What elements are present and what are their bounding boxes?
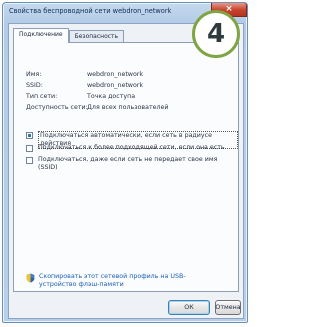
shield-icon xyxy=(26,273,35,283)
window-title: Свойства беспроводной сети webdron_netwo… xyxy=(9,7,172,15)
property-row-ssid: SSID: webdron_network xyxy=(26,82,143,92)
property-row-network-type: Тип сети: Точка доступа xyxy=(26,93,135,103)
dialog-client-area: Подключение Безопасность Имя: webdron_ne… xyxy=(8,23,244,319)
screen-frame: Свойства беспроводной сети webdron_netwo… xyxy=(0,0,252,327)
prefer-network-checkbox[interactable] xyxy=(26,145,33,152)
cancel-button[interactable]: Отмена xyxy=(215,300,241,315)
connection-panel: Имя: webdron_network SSID: webdron_netwo… xyxy=(13,42,239,292)
property-label: Тип сети: xyxy=(26,93,58,100)
property-value: webdron_network xyxy=(87,82,144,89)
property-row-availability: Доступность сети: Для всех пользователей xyxy=(26,104,169,114)
hidden-ssid-checkbox[interactable] xyxy=(26,157,33,164)
step-number-badge: 4 xyxy=(192,10,240,58)
property-label: Имя: xyxy=(26,71,42,78)
option-label: Подключаться, даже если сеть не передает… xyxy=(38,156,218,171)
property-label: SSID: xyxy=(26,82,43,89)
copy-profile-link[interactable]: Скопировать этот сетевой профиль на USB-… xyxy=(39,273,219,289)
property-row-name: Имя: webdron_network xyxy=(26,71,143,81)
property-value: Для всех пользователей xyxy=(87,104,169,111)
tab-strip: Подключение Безопасность xyxy=(13,28,125,43)
property-value: Точка доступа xyxy=(87,93,136,100)
property-label: Доступность сети: xyxy=(26,104,88,111)
ok-button[interactable]: ОК xyxy=(168,300,210,315)
option-prefer-better-network[interactable]: Подключаться к более подходящей сети, ес… xyxy=(26,144,225,152)
option-label: Подключаться к более подходящей сети, ес… xyxy=(38,144,225,151)
property-value: webdron_network xyxy=(87,71,144,78)
auto-connect-checkbox[interactable] xyxy=(26,132,33,139)
option-hidden-ssid[interactable]: Подключаться, даже если сеть не передает… xyxy=(26,156,231,172)
copy-profile-link-row[interactable]: Скопировать этот сетевой профиль на USB-… xyxy=(26,273,219,289)
tab-connection[interactable]: Подключение xyxy=(13,28,69,43)
